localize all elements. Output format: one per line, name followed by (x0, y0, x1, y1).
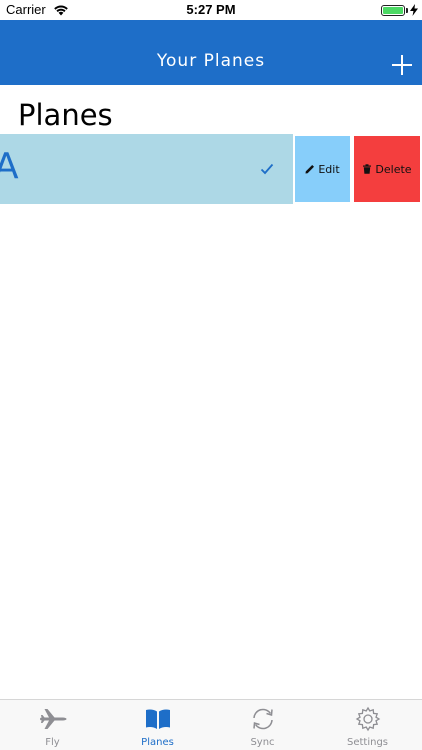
battery-icon (381, 5, 405, 16)
sync-icon (253, 708, 273, 730)
plane-name: A (0, 146, 19, 187)
section-title: Planes (18, 98, 113, 132)
battery-level (383, 7, 403, 14)
tab-planes-label: Planes (141, 737, 174, 748)
checkmark-icon (260, 163, 274, 175)
clock: 5:27 PM (186, 2, 236, 17)
page-title: Your Planes (156, 51, 266, 71)
tab-settings[interactable]: Settings (315, 700, 420, 750)
tab-settings-label: Settings (346, 737, 388, 748)
plane-row[interactable]: A (0, 134, 293, 204)
book-icon (146, 709, 170, 729)
charging-bolt-icon (410, 4, 418, 16)
navigation-bar: Your Planes (0, 20, 422, 85)
tab-fly-label: Fly (45, 737, 60, 748)
tab-planes[interactable]: Planes (105, 700, 210, 750)
edit-button[interactable]: Edit (295, 136, 350, 202)
airplane-icon (40, 709, 67, 729)
delete-label: Delete (375, 162, 412, 176)
pencil-icon (305, 165, 315, 174)
tab-fly[interactable]: Fly (0, 700, 105, 750)
add-plane-button[interactable] (388, 51, 416, 79)
tab-sync[interactable]: Sync (210, 700, 315, 750)
tab-bar: Fly Planes Sync Settings (0, 699, 422, 750)
status-bar: Carrier 5:27 PM (0, 0, 422, 20)
delete-button[interactable]: Delete (354, 136, 420, 202)
trash-icon (363, 164, 372, 174)
battery-cap (406, 8, 408, 13)
tab-sync-label: Sync (250, 737, 275, 748)
gear-icon (355, 706, 381, 732)
edit-label: Edit (318, 162, 340, 176)
